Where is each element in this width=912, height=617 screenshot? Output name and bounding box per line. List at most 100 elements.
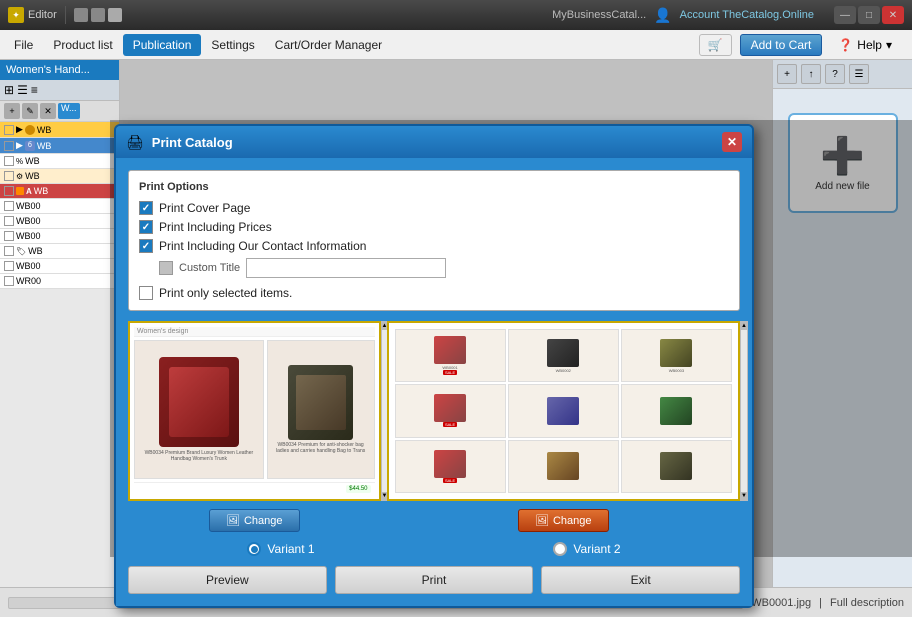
check-mark: ✓ [142, 222, 150, 233]
variant1-left-product: WB0034 Premium Brand Luxury Women Leathe… [134, 340, 264, 479]
exit-button[interactable]: Exit [541, 566, 740, 594]
custom-title-input[interactable] [246, 258, 446, 278]
variant2-scrollbar[interactable]: ▲ ▼ [740, 321, 748, 501]
variant1-right-product: WB0034 Premium for anti-shocker bag ladi… [267, 340, 375, 479]
print-button[interactable]: Print [335, 566, 534, 594]
rp-up-btn[interactable]: ↑ [801, 64, 821, 84]
item-checkbox[interactable] [4, 141, 14, 151]
menu-file[interactable]: File [4, 34, 43, 56]
scroll-up[interactable]: ▲ [741, 322, 747, 330]
change-icon: 🖼 [535, 514, 549, 527]
menu-settings[interactable]: Settings [201, 34, 264, 56]
window-controls[interactable]: — □ ✕ [834, 6, 904, 24]
variant2-change-btn[interactable]: 🖼 Change [518, 509, 609, 532]
item-checkbox[interactable] [4, 201, 14, 211]
left-panel-header: Women's Hand... [0, 60, 119, 80]
prices-checkbox[interactable]: ✓ [139, 220, 153, 234]
preview-button[interactable]: Preview [128, 566, 327, 594]
variant2-change-area: 🖼 Change [387, 505, 741, 532]
option-prices-row: ✓ Print Including Prices [139, 220, 729, 234]
variant2-container: WB0001 SALE WB0002 WB0 [387, 321, 741, 532]
menu-publication[interactable]: Publication [123, 34, 202, 56]
item-expand[interactable]: ▶ [16, 124, 23, 135]
list-item[interactable]: WB00 [0, 259, 119, 274]
cart-button[interactable]: 🛒 [699, 34, 732, 56]
dialog-body: Print Options ✓ Print Cover Page ✓ Print… [116, 158, 752, 606]
toolbar-icons [74, 8, 122, 22]
option-cover-page-row: ✓ Print Cover Page [139, 201, 729, 215]
variant2-radio[interactable]: Variant 2 [553, 542, 620, 556]
grid-view-icon[interactable]: ⊞ [4, 83, 14, 97]
variant1-radio-inner [251, 546, 258, 553]
item-pct-icon: % [16, 157, 23, 166]
settings-icon[interactable] [108, 8, 122, 22]
grid-product-img [660, 397, 692, 425]
grid-product-img [547, 452, 579, 480]
menu-cart-order[interactable]: Cart/Order Manager [265, 34, 392, 56]
grid-product-img [434, 336, 466, 364]
save-icon[interactable] [74, 8, 88, 22]
print-selected-checkbox[interactable] [139, 286, 153, 300]
list-item[interactable]: WB00 [0, 214, 119, 229]
rp-menu-btn[interactable]: ☰ [849, 64, 869, 84]
contact-checkbox[interactable]: ✓ [139, 239, 153, 253]
rp-add-btn[interactable]: + [777, 64, 797, 84]
list-item[interactable]: ▶ б WB [0, 138, 119, 154]
variant2-radio-outer[interactable] [553, 542, 567, 556]
variant1-radio[interactable]: Variant 1 [247, 542, 314, 556]
grid-item [508, 440, 619, 493]
add-to-cart-button[interactable]: Add to Cart [740, 34, 823, 56]
item-checkbox[interactable] [4, 246, 14, 256]
item-checkbox[interactable] [4, 276, 14, 286]
minimize-btn[interactable]: — [834, 6, 856, 24]
item-checkbox[interactable] [4, 231, 14, 241]
variant1-radio-outer[interactable] [247, 542, 261, 556]
list-item[interactable]: WB00 [0, 229, 119, 244]
title-bar-icons: ✦ Editor [8, 6, 122, 24]
print-options-box: Print Options ✓ Print Cover Page ✓ Print… [128, 170, 740, 311]
grid-product-img [434, 450, 466, 478]
cover-page-checkbox[interactable]: ✓ [139, 201, 153, 215]
edit-item-icon[interactable]: ✎ [22, 103, 38, 119]
rp-help-btn[interactable]: ? [825, 64, 845, 84]
print-options-title: Print Options [139, 181, 729, 193]
help-chevron: ▾ [886, 38, 892, 52]
item-expand[interactable]: ▶ [16, 140, 23, 151]
item-checkbox[interactable] [4, 125, 14, 135]
list-item[interactable]: % WB [0, 154, 119, 169]
item-code: WB [34, 186, 49, 196]
account-icon: 👤 [654, 7, 671, 24]
add-item-icon[interactable]: + [4, 103, 20, 119]
list-item[interactable]: ▶ WB [0, 122, 119, 138]
list-view-icon[interactable]: ☰ [17, 83, 28, 97]
open-icon[interactable] [91, 8, 105, 22]
item-checkbox[interactable] [4, 156, 14, 166]
cover-page-label: Print Cover Page [159, 201, 250, 215]
right-panel-toolbar: + ↑ ? ☰ [773, 60, 912, 89]
list-item[interactable]: 🏷 WB [0, 244, 119, 259]
title-bar: ✦ Editor MyBusinessCatal... 👤 Account Th… [0, 0, 912, 30]
item-checkbox[interactable] [4, 171, 14, 181]
item-checkbox[interactable] [4, 186, 14, 196]
list-item[interactable]: ⚙ WB [0, 169, 119, 184]
maximize-btn[interactable]: □ [858, 6, 880, 24]
item-checkbox[interactable] [4, 261, 14, 271]
detail-view-icon[interactable]: ≡ [31, 83, 38, 97]
close-btn[interactable]: ✕ [882, 6, 904, 24]
scroll-down[interactable]: ▼ [741, 492, 747, 500]
dialog-close-button[interactable]: ✕ [722, 132, 742, 152]
grid-item: SALE [395, 384, 506, 437]
list-item[interactable]: WB00 [0, 199, 119, 214]
bag-image [169, 367, 229, 437]
variant1-change-btn[interactable]: 🖼 Change [209, 509, 300, 532]
status-full-desc: Full description [830, 597, 904, 609]
list-item[interactable]: A WB [0, 184, 119, 199]
menu-product-list[interactable]: Product list [43, 34, 122, 56]
item-checkbox[interactable] [4, 216, 14, 226]
grid-item: SALE [395, 440, 506, 493]
item-code: WB00 [16, 216, 41, 226]
print-selected-label: Print only selected items. [159, 286, 292, 300]
help-button[interactable]: ❓ Help ▾ [830, 35, 900, 55]
list-item[interactable]: WR00 [0, 274, 119, 289]
delete-item-icon[interactable]: ✕ [40, 103, 56, 119]
